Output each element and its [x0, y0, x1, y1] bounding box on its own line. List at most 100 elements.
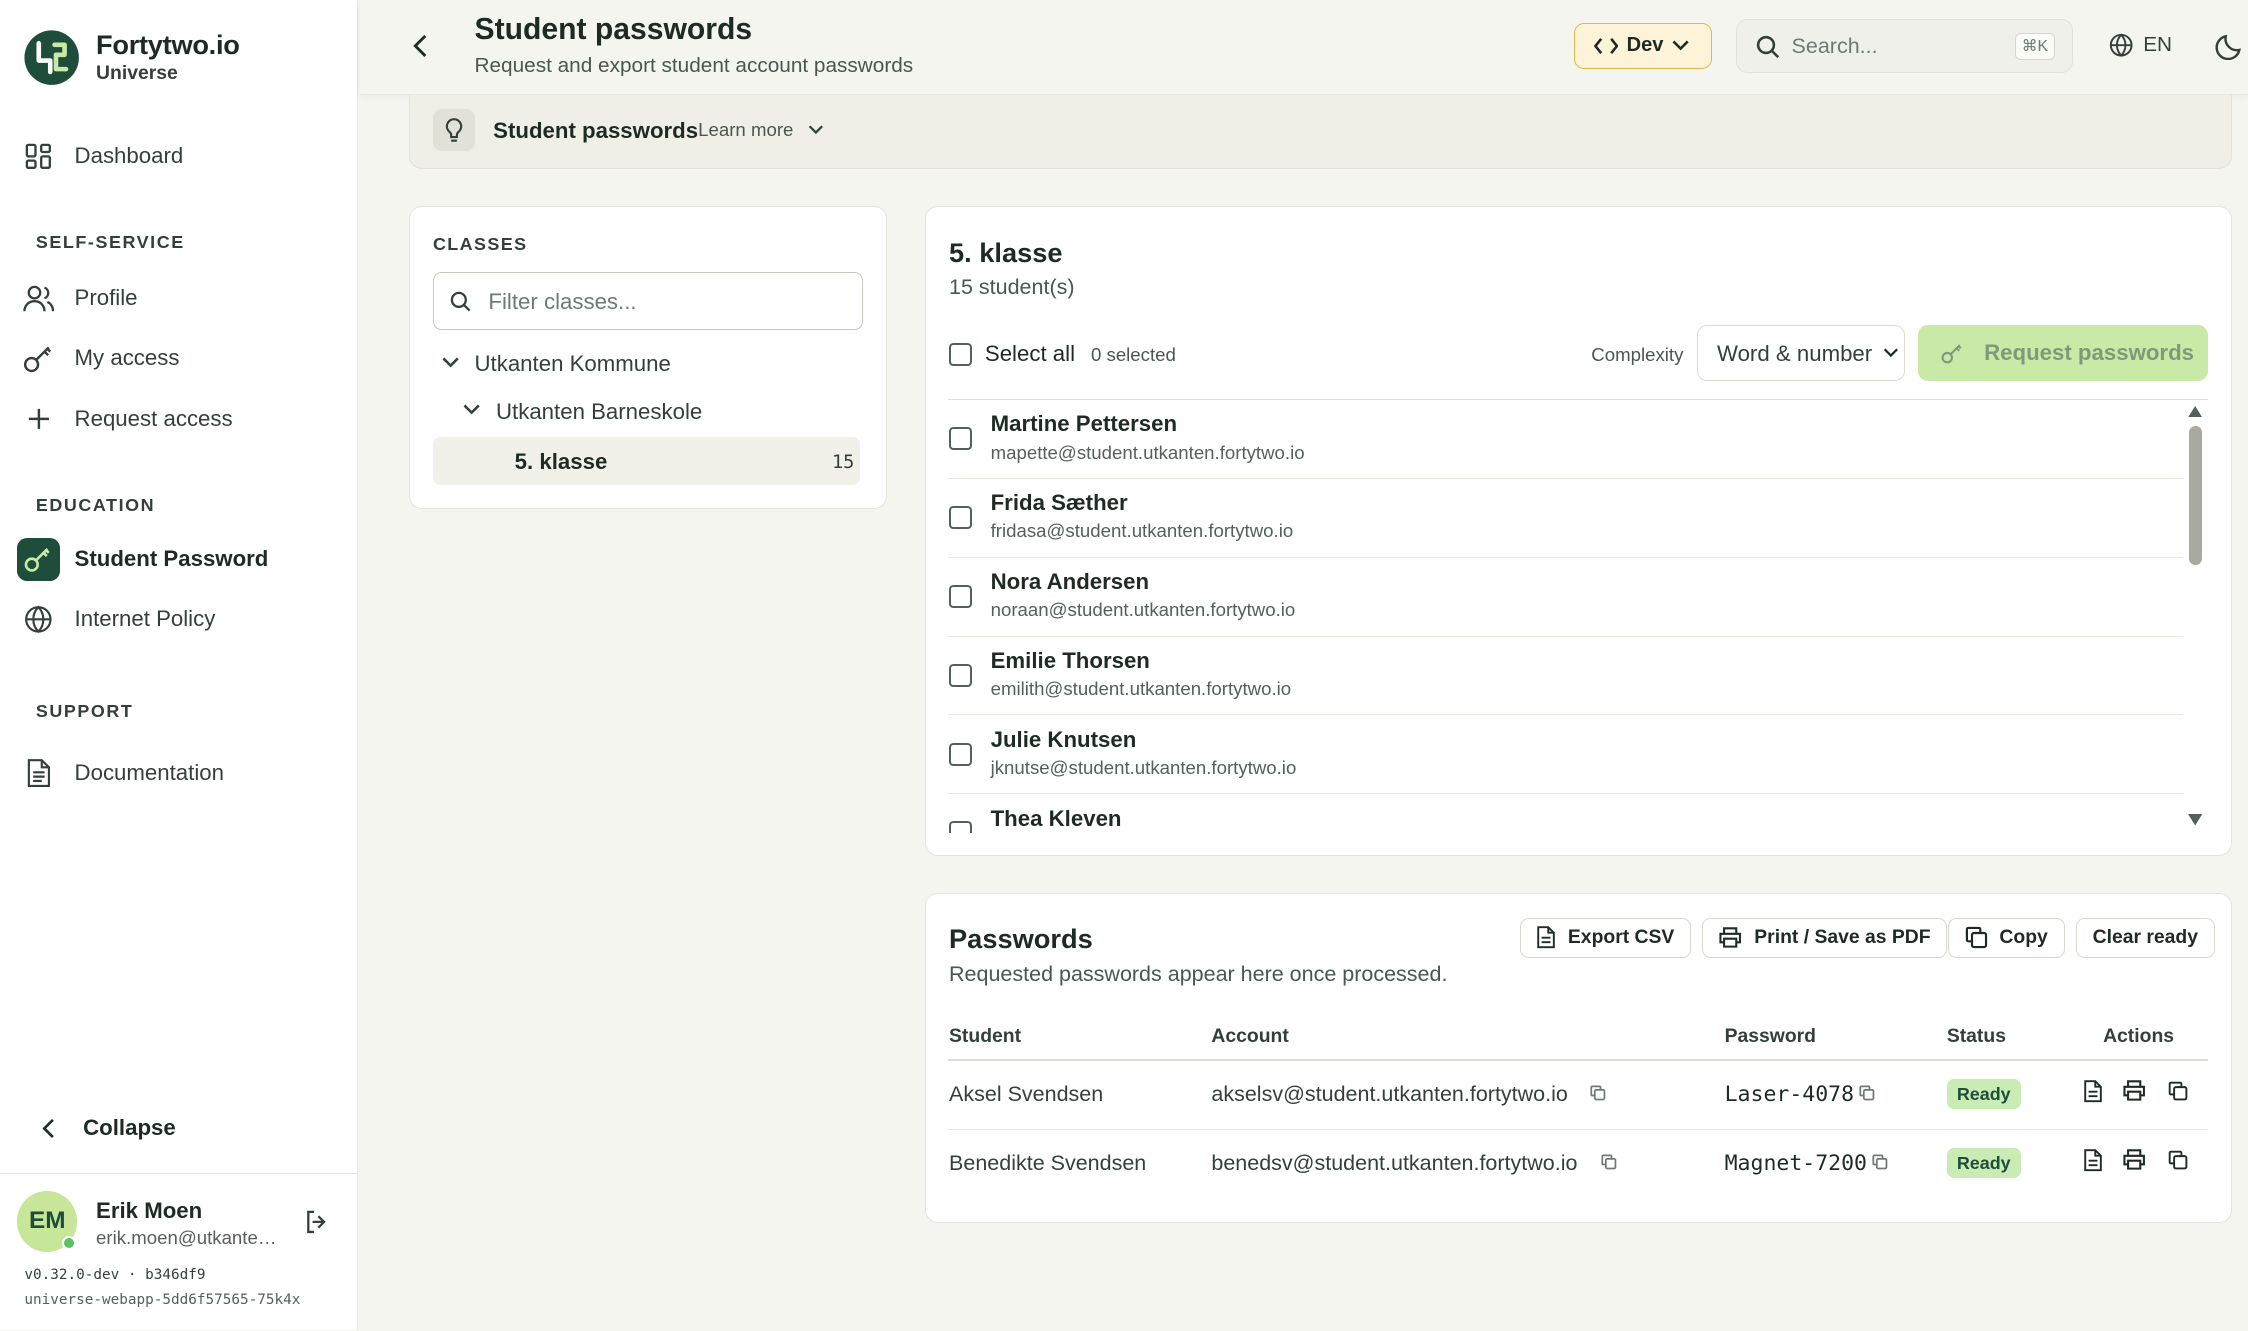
collapse-button[interactable]: Collapse: [32, 1107, 319, 1150]
chevron-down-icon: [442, 357, 459, 368]
list-item[interactable]: Nora Andersen noraan@student.utkanten.fo…: [947, 558, 2184, 637]
student-checkbox[interactable]: [949, 821, 972, 833]
scroll-up-arrow[interactable]: [2187, 405, 2202, 418]
tree-item-kommune[interactable]: Utkanten Kommune: [439, 341, 860, 387]
class-student-count: 15 student(s): [949, 275, 1075, 300]
global-search[interactable]: Search... ⌘K: [1736, 18, 2073, 74]
user-name: Erik Moen: [96, 1198, 203, 1224]
student-checkbox[interactable]: [949, 584, 972, 608]
printer-icon[interactable]: [2122, 1148, 2146, 1171]
status-badge: Ready: [1946, 1148, 2021, 1178]
section-education: EDUCATION: [35, 494, 156, 515]
nav-documentation[interactable]: Documentation: [0, 747, 358, 799]
dashboard-icon: [23, 140, 55, 172]
classes-heading: CLASSES: [432, 233, 528, 254]
nav-profile[interactable]: Profile: [0, 272, 358, 324]
chevron-down-icon: [463, 404, 480, 415]
nav-student-password-label: Student Password: [74, 546, 269, 572]
users-icon: [23, 282, 55, 314]
complexity-label: Complexity: [1591, 344, 1684, 366]
filter-placeholder: Filter classes...: [488, 289, 637, 315]
student-name: Nora Andersen: [990, 569, 1150, 595]
chevron-down-icon: [1672, 40, 1689, 51]
row-student: Benedikte Svendsen: [949, 1151, 1147, 1176]
language-switcher[interactable]: EN: [2109, 33, 2172, 57]
clear-ready-label: Clear ready: [2092, 926, 2198, 949]
chevron-left-icon: [40, 1117, 57, 1140]
document-icon: [1536, 925, 1556, 949]
moon-icon[interactable]: [2215, 32, 2244, 61]
copy-icon[interactable]: [1859, 1085, 1875, 1101]
complexity-select[interactable]: Word & number: [1697, 325, 1906, 382]
student-email: jknutse@student.utkanten.fortytwo.io: [990, 756, 1297, 778]
request-passwords-button[interactable]: Request passwords: [1918, 325, 2208, 382]
nav-dashboard[interactable]: Dashboard: [0, 130, 358, 182]
tree-item-barneskole[interactable]: Utkanten Barneskole: [460, 389, 860, 435]
nav-documentation-label: Documentation: [74, 759, 224, 785]
scrollbar-thumb[interactable]: [2189, 425, 2202, 565]
copy-icon[interactable]: [2168, 1081, 2188, 1101]
filter-classes-input[interactable]: Filter classes...: [432, 272, 864, 330]
nav-student-password[interactable]: Student Password: [0, 533, 358, 585]
key-icon: [17, 537, 61, 581]
document-icon[interactable]: [2083, 1148, 2103, 1172]
student-name: Emilie Thorsen: [990, 647, 1150, 673]
scroll-down-arrow[interactable]: [2187, 814, 2202, 826]
student-checkbox[interactable]: [949, 742, 972, 766]
environment-switcher[interactable]: Dev: [1574, 22, 1712, 69]
logout-icon[interactable]: [304, 1209, 330, 1235]
column-header-account: Account: [1211, 1025, 1289, 1048]
print-pdf-button[interactable]: Print / Save as PDF: [1701, 917, 1948, 958]
environment-label: Dev: [1626, 34, 1664, 57]
list-item[interactable]: Julie Knutsen jknutse@student.utkanten.f…: [947, 715, 2184, 795]
row-password: Laser-4078: [1724, 1082, 1855, 1108]
row-account: akselsv@student.utkanten.fortytwo.io: [1211, 1082, 1568, 1107]
language-label: EN: [2143, 33, 2173, 57]
nav-profile-label: Profile: [74, 285, 138, 311]
page-subtitle: Request and export student account passw…: [474, 54, 914, 78]
list-item[interactable]: Frida Sæther fridasa@student.utkanten.fo…: [947, 479, 2184, 558]
brand-name: Fortytwo.io: [96, 28, 240, 60]
student-checkbox[interactable]: [949, 506, 972, 529]
lightbulb-icon: [432, 108, 475, 151]
student-checkbox[interactable]: [949, 427, 972, 451]
nav-request-access-label: Request access: [74, 405, 233, 431]
printer-icon[interactable]: [2122, 1079, 2146, 1102]
online-status-dot: [61, 1235, 76, 1251]
checkbox[interactable]: [949, 342, 972, 366]
copy-button[interactable]: Copy: [1948, 917, 2065, 958]
list-item[interactable]: Martine Pettersen mapette@student.utkant…: [947, 400, 2184, 479]
copy-icon[interactable]: [1872, 1154, 1888, 1170]
document-icon[interactable]: [2083, 1079, 2103, 1103]
learn-more-toggle[interactable]: Learn more: [698, 119, 823, 141]
clear-ready-button[interactable]: Clear ready: [2075, 917, 2215, 958]
tree-item-5-klasse[interactable]: 5. klasse 15: [432, 437, 861, 485]
chevron-down-icon: [1883, 348, 1899, 358]
nav-internet-policy[interactable]: Internet Policy: [0, 594, 358, 646]
request-passwords-label: Request passwords: [1984, 340, 2195, 366]
select-all-label: Select all: [984, 341, 1076, 367]
student-name: Frida Sæther: [990, 490, 1128, 516]
copy-icon: [1965, 926, 1988, 949]
copy-label: Copy: [1999, 926, 2048, 949]
copy-icon[interactable]: [1601, 1154, 1617, 1170]
build-pod: universe-webapp-5dd6f57565-75k4x: [24, 1291, 301, 1308]
banner-title: Student passwords: [493, 117, 699, 143]
section-support: SUPPORT: [35, 701, 134, 722]
nav-request-access[interactable]: Request access: [0, 393, 358, 445]
plus-icon: [23, 403, 55, 435]
column-header-actions: Actions: [2103, 1025, 2175, 1048]
collapse-label: Collapse: [83, 1115, 176, 1141]
nav-my-access[interactable]: My access: [0, 333, 358, 385]
student-count-badge: 15: [831, 451, 855, 473]
list-item[interactable]: Emilie Thorsen emilith@student.utkanten.…: [947, 637, 2184, 716]
copy-icon[interactable]: [1590, 1085, 1606, 1101]
row-student: Aksel Svendsen: [949, 1082, 1104, 1107]
student-list[interactable]: Martine Pettersen mapette@student.utkant…: [925, 400, 2208, 833]
back-chevron-icon[interactable]: [411, 33, 431, 59]
export-csv-button[interactable]: Export CSV: [1519, 917, 1692, 958]
copy-icon[interactable]: [2168, 1150, 2188, 1170]
key-icon: [1941, 342, 1964, 365]
student-checkbox[interactable]: [949, 663, 972, 687]
list-item[interactable]: Thea Kleven: [948, 794, 2184, 833]
